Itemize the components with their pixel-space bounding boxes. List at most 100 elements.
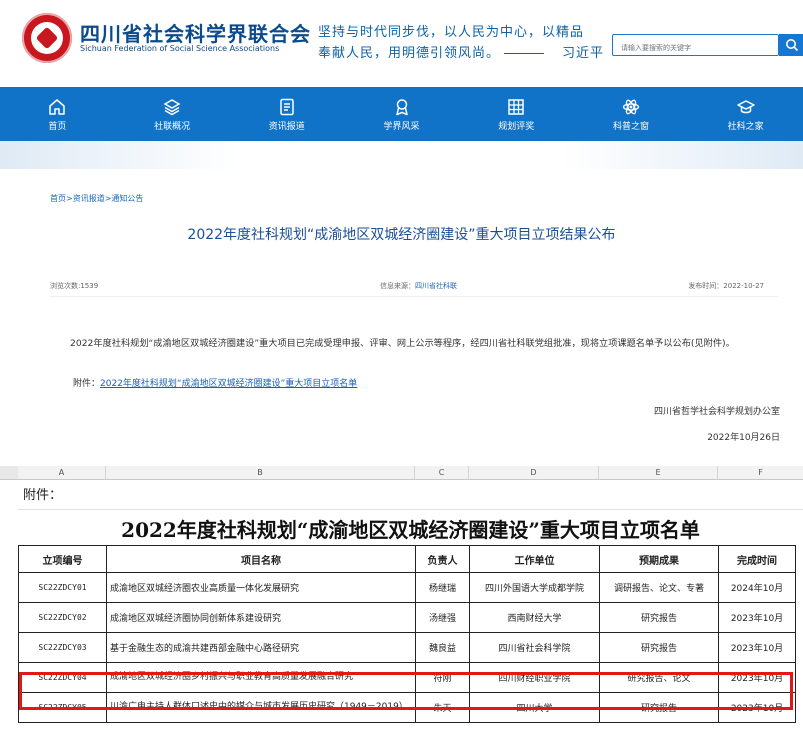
cell-leader[interactable]: 魏良益: [415, 632, 470, 663]
site-name[interactable]: 四川省社会科学界联合会: [80, 18, 311, 47]
meta-divider: [50, 296, 778, 297]
article-meta: 浏览次数:1539 信息来源：四川省社科联 发布时间：2022-10-27: [50, 281, 778, 295]
cell-project-code[interactable]: SC22ZDCY04: [18, 662, 107, 693]
cell-project-code[interactable]: SC22ZDCY01: [18, 572, 107, 603]
source-label: 信息来源：: [380, 282, 415, 290]
cell-leader[interactable]: 杨继瑞: [415, 572, 470, 603]
quote-author: 习近平: [562, 46, 605, 61]
cell-deadline[interactable]: 2023年10月: [718, 602, 796, 633]
cell-output[interactable]: 研究报告: [599, 632, 719, 663]
site-header: 四川省社会科学界联合会 Sichuan Federation of Social…: [0, 0, 803, 86]
nav-item-news[interactable]: 资讯报道: [229, 87, 344, 141]
search-input[interactable]: [619, 38, 773, 58]
quote-line-1: 坚持与时代同步伐，以人民为中心，以精品: [318, 25, 585, 40]
cell-project-name[interactable]: 成渝地区双城经济圈协同创新体系建设研究: [106, 602, 416, 633]
column-header-a[interactable]: A: [18, 466, 106, 480]
header-cell[interactable]: 项目名称: [106, 545, 416, 573]
nav-item-home-of-social-science[interactable]: 社科之家: [688, 87, 803, 141]
nav-item-label: 资讯报道: [268, 121, 305, 132]
cell-project-name[interactable]: 川渝广电主持人群体口述史中的媒介与城市发展历史研究（1949－2019）: [106, 692, 416, 723]
table-row: SC22ZDCY05 川渝广电主持人群体口述史中的媒介与城市发展历史研究（194…: [18, 692, 796, 723]
nav-item-label: 科普之窗: [612, 121, 649, 132]
sheet-title: 2022年度社科规划“成渝地区双城经济圈建设”重大项目立项名单: [121, 518, 700, 542]
quote-line-2: 奉献人民，用明德引领风尚。: [318, 46, 501, 61]
breadcrumb[interactable]: 首页>资讯报道>通知公告: [50, 193, 143, 204]
sheet-corner[interactable]: [0, 466, 19, 480]
search-box: [612, 34, 779, 58]
cell-deadline[interactable]: 2024年10月: [718, 572, 796, 603]
nav-item-home[interactable]: 首页: [0, 87, 115, 141]
attachment-link[interactable]: 2022年度社科规划“成渝地区双城经济圈建设”重大项目立项名单: [100, 379, 357, 389]
cell-institution[interactable]: 四川大学: [469, 692, 600, 723]
search-icon: [785, 37, 799, 53]
sheet-attach-label: 附件：: [23, 488, 63, 503]
table-row: SC22ZDCY03 基于金融生态的成渝共建西部金融中心路径研究 魏良益 四川省…: [18, 632, 796, 663]
nav-item-label: 首页: [48, 121, 67, 132]
column-header-c[interactable]: C: [415, 466, 469, 480]
header-cell[interactable]: 完成时间: [718, 545, 796, 573]
column-header-b[interactable]: B: [106, 466, 415, 480]
site-name-en: Sichuan Federation of Social Science Ass…: [80, 44, 280, 53]
column-header-e[interactable]: E: [599, 466, 718, 480]
cell-project-code[interactable]: SC22ZDCY03: [18, 632, 107, 663]
grid-line: [18, 509, 803, 510]
article-body: 2022年度社科规划“成渝地区双城经济圈建设”重大项目已完成受理申报、评审、网上…: [70, 338, 735, 349]
home-icon: [49, 98, 66, 115]
document-icon: [280, 98, 294, 115]
cell-output[interactable]: 研究报告: [599, 692, 719, 723]
signature-date: 2022年10月26日: [707, 433, 780, 443]
cell-institution[interactable]: 四川省社会科学院: [469, 632, 600, 663]
header-quote: 坚持与时代同步伐，以人民为中心，以精品 奉献人民，用明德引领风尚。 习近平: [318, 22, 604, 64]
cell-institution[interactable]: 四川外国语大学成都学院: [469, 572, 600, 603]
table-header-row: 立项编号 项目名称 负责人 工作单位 预期成果 完成时间: [18, 545, 796, 573]
project-table: 立项编号 项目名称 负责人 工作单位 预期成果 完成时间 SC22ZDCY01 …: [18, 545, 796, 723]
calendar-grid-icon: [508, 98, 524, 115]
cell-project-code[interactable]: SC22ZDCY05: [18, 692, 107, 723]
header-cell[interactable]: 立项编号: [18, 545, 107, 573]
layers-icon: [163, 98, 181, 115]
header-cell[interactable]: 预期成果: [599, 545, 719, 573]
column-header-d[interactable]: D: [469, 466, 599, 480]
attachment-prefix: 附件：: [73, 379, 101, 389]
nav-item-science[interactable]: 科普之窗: [574, 87, 689, 141]
cell-institution[interactable]: 四川财经职业学院: [469, 662, 600, 693]
award-icon: [395, 98, 408, 115]
main-nav: 首页 社联概况 资讯报道 学界风采 规划评奖 科普之窗 社科之家: [0, 87, 803, 141]
cell-leader[interactable]: 汤继强: [415, 602, 470, 633]
atom-icon: [622, 99, 640, 114]
graduation-cap-icon: [736, 99, 755, 113]
cell-project-name[interactable]: 基于金融生态的成渝共建西部金融中心路径研究: [106, 632, 416, 663]
header-cell[interactable]: 负责人: [415, 545, 470, 573]
cell-output[interactable]: 调研报告、论文、专著: [599, 572, 719, 603]
cell-project-name[interactable]: 成渝地区双城经济圈农业高质量一体化发展研究: [106, 572, 416, 603]
article-title: 2022年度社科规划“成渝地区双城经济圈建设”重大项目立项结果公布: [187, 227, 616, 243]
view-count: 浏览次数:1539: [50, 282, 99, 290]
cell-leader[interactable]: 朱天: [415, 692, 470, 723]
site-logo[interactable]: [22, 13, 72, 63]
nav-band: [0, 141, 803, 169]
cell-institution[interactable]: 西南财经大学: [469, 602, 600, 633]
attachment-line: 附件：2022年度社科规划“成渝地区双城经济圈建设”重大项目立项名单: [73, 376, 357, 389]
nav-item-planning[interactable]: 规划评奖: [459, 87, 574, 141]
header-cell[interactable]: 工作单位: [469, 545, 600, 573]
column-header-f[interactable]: F: [718, 466, 803, 480]
table-row: SC22ZDCY02 成渝地区双城经济圈协同创新体系建设研究 汤继强 西南财经大…: [18, 602, 796, 633]
search-button[interactable]: [779, 34, 803, 56]
cell-deadline[interactable]: 2023年10月: [718, 662, 796, 693]
cell-output[interactable]: 研究报告: [599, 602, 719, 633]
source-link[interactable]: 四川省社科联: [415, 282, 457, 290]
nav-item-label: 规划评奖: [498, 121, 535, 132]
cell-project-code[interactable]: SC22ZDCY02: [18, 602, 107, 633]
publish-date: 发布时间：2022-10-27: [688, 282, 764, 290]
spreadsheet-view: A B C D E F 附件： 2022年度社科规划“成渝地区双城经济圈建设”重…: [0, 466, 803, 754]
nav-item-label: 学界风采: [383, 121, 420, 132]
table-row: SC22ZDCY01 成渝地区双城经济圈农业高质量一体化发展研究 杨继瑞 四川外…: [18, 572, 796, 603]
cell-leader[interactable]: 符刚: [415, 662, 470, 693]
nav-item-scholars[interactable]: 学界风采: [344, 87, 459, 141]
cell-deadline[interactable]: 2023年10月: [718, 692, 796, 723]
source-info: 信息来源：四川省社科联: [380, 281, 457, 291]
cell-project-name[interactable]: 成渝地区双城经济圈乡村振兴与职业教育高质量发展融合研究: [106, 662, 416, 693]
nav-item-overview[interactable]: 社联概况: [115, 87, 230, 141]
cell-output[interactable]: 研究报告、论文: [599, 662, 719, 693]
cell-deadline[interactable]: 2023年10月: [718, 632, 796, 663]
